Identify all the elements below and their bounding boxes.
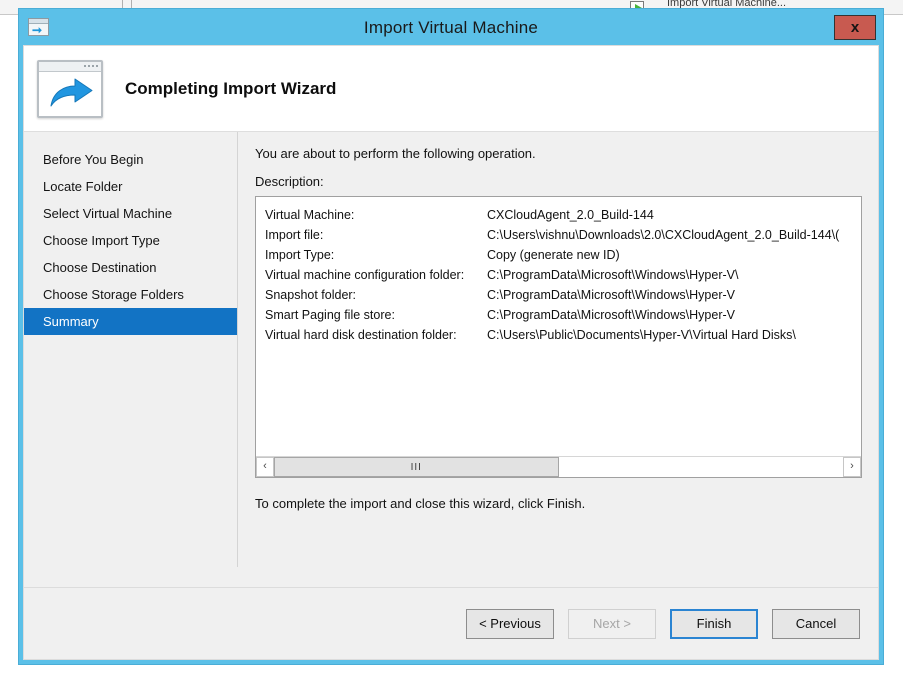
row-value: Copy (generate new ID): [487, 248, 620, 262]
scrollbar-track[interactable]: III: [274, 457, 843, 477]
description-label: Description:: [255, 174, 324, 189]
wizard-body: Before You Begin Locate Folder Select Vi…: [24, 132, 878, 587]
scroll-left-arrow-icon[interactable]: ‹: [256, 457, 274, 477]
sidebar-item-choose-destination[interactable]: Choose Destination: [24, 254, 237, 281]
table-row: Snapshot folder: C:\ProgramData\Microsof…: [256, 285, 861, 305]
previous-button[interactable]: < Previous: [466, 608, 554, 639]
table-row: Smart Paging file store: C:\ProgramData\…: [256, 305, 861, 325]
row-key: Virtual machine configuration folder:: [265, 268, 465, 282]
wizard-banner: Completing Import Wizard: [24, 46, 878, 132]
row-value: C:\Users\Public\Documents\Hyper-V\Virtua…: [487, 328, 796, 342]
finish-button[interactable]: Finish: [670, 608, 758, 639]
row-key: Import file:: [265, 228, 324, 242]
row-key: Virtual Machine:: [265, 208, 355, 222]
row-value: C:\ProgramData\Microsoft\Windows\Hyper-V: [487, 288, 735, 302]
sidebar-content-divider: [237, 132, 238, 567]
sidebar-item-summary[interactable]: Summary: [24, 308, 237, 335]
sidebar-item-choose-storage-folders[interactable]: Choose Storage Folders: [24, 281, 237, 308]
blue-arrow-glyph: [50, 78, 93, 106]
table-row: Import file: C:\Users\vishnu\Downloads\2…: [256, 225, 861, 245]
table-row: Virtual hard disk destination folder: C:…: [256, 325, 861, 345]
sidebar-item-before-you-begin[interactable]: Before You Begin: [24, 146, 237, 173]
dialog-footer: < Previous Next > Finish Cancel: [24, 587, 878, 659]
wizard-step-list: Before You Begin Locate Folder Select Vi…: [24, 132, 237, 587]
horizontal-scrollbar[interactable]: ‹ III ›: [256, 456, 861, 477]
row-key: Snapshot folder:: [265, 288, 357, 302]
scrollbar-thumb[interactable]: III: [274, 457, 559, 477]
wizard-content: You are about to perform the following o…: [237, 132, 878, 587]
description-panel[interactable]: Virtual Machine: CXCloudAgent_2.0_Build-…: [255, 196, 862, 478]
table-row: Virtual Machine: CXCloudAgent_2.0_Build-…: [256, 205, 861, 225]
sidebar-item-locate-folder[interactable]: Locate Folder: [24, 173, 237, 200]
row-value: CXCloudAgent_2.0_Build-144: [487, 208, 654, 222]
row-key: Smart Paging file store:: [265, 308, 395, 322]
row-key: Virtual hard disk destination folder:: [265, 328, 457, 342]
row-value: C:\Users\vishnu\Downloads\2.0\CXCloudAge…: [487, 228, 840, 242]
closing-instruction: To complete the import and close this wi…: [255, 496, 586, 511]
title-bar: ➞ Import Virtual Machine x: [19, 9, 883, 45]
sidebar-item-select-virtual-machine[interactable]: Select Virtual Machine: [24, 200, 237, 227]
sidebar-item-choose-import-type[interactable]: Choose Import Type: [24, 227, 237, 254]
row-value: C:\ProgramData\Microsoft\Windows\Hyper-V: [487, 308, 735, 322]
description-rows: Virtual Machine: CXCloudAgent_2.0_Build-…: [256, 197, 861, 456]
row-value: C:\ProgramData\Microsoft\Windows\Hyper-V…: [487, 268, 739, 282]
scroll-right-arrow-icon[interactable]: ›: [843, 457, 861, 477]
window-title: Import Virtual Machine: [363, 18, 539, 37]
import-virtual-machine-dialog: ➞ Import Virtual Machine x Completing Im…: [18, 8, 884, 665]
dialog-client-area: Completing Import Wizard Before You Begi…: [23, 45, 879, 660]
intro-text: You are about to perform the following o…: [255, 146, 536, 161]
table-row: Virtual machine configuration folder: C:…: [256, 265, 861, 285]
table-row: Import Type: Copy (generate new ID): [256, 245, 861, 265]
row-key: Import Type:: [265, 248, 335, 262]
next-button: Next >: [568, 608, 656, 639]
cancel-button[interactable]: Cancel: [772, 608, 860, 639]
close-button[interactable]: x: [834, 15, 876, 40]
page-title: Completing Import Wizard: [125, 78, 337, 98]
window-with-arrow-icon: [37, 59, 103, 118]
